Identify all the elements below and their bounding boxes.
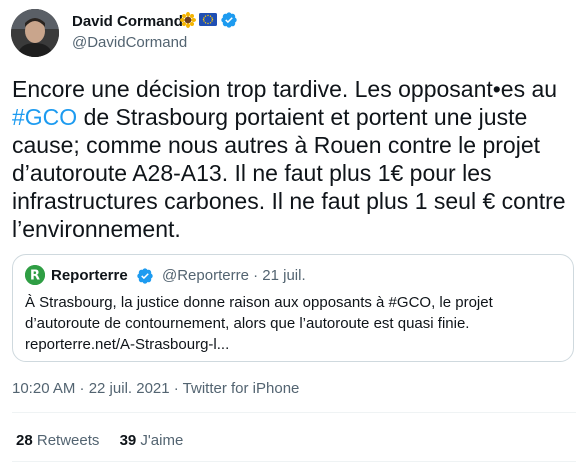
author-display-name[interactable]: David Cormand: [72, 13, 183, 31]
likes-label: J'aime: [140, 432, 184, 449]
tweet-card: David Cormand @DavidCormand Encore une d…: [0, 0, 588, 462]
quoted-text: À Strasbourg, la justice donne raison au…: [25, 294, 493, 353]
author-handle[interactable]: @DavidCormand: [72, 34, 187, 52]
avatar-photo: [11, 9, 59, 57]
svg-text:R: R: [30, 269, 40, 284]
author-badges: [180, 11, 238, 34]
likes-stat[interactable]: 39 J'aime: [120, 432, 184, 449]
divider: [12, 412, 576, 413]
quoted-verified-icon: [136, 267, 154, 290]
engagement-stats: 28 Retweets 39 J'aime: [16, 432, 199, 450]
quoted-meta: @Reporterre · 21 juil.: [162, 267, 306, 284]
likes-count: 39: [119, 432, 137, 449]
eu-flag-icon: [199, 13, 217, 31]
tweet-text-part-1: Encore une décision trop tardive. Les op…: [12, 76, 558, 102]
retweets-label: Retweets: [36, 432, 100, 449]
quoted-tweet[interactable]: R Reporterre @Reporterre · 21 juil. À St…: [12, 254, 574, 362]
tweet-text: Encore une décision trop tardive. Les op…: [12, 75, 576, 243]
verified-icon: [220, 11, 238, 34]
hashtag-link[interactable]: #GCO: [12, 104, 77, 130]
avatar[interactable]: [11, 9, 59, 57]
reporterre-logo-icon: R: [25, 265, 45, 285]
tweet-timestamp[interactable]: 10:20 AM · 22 juil. 2021 · Twitter for i…: [12, 380, 299, 398]
sunflower-icon: [180, 11, 196, 33]
retweets-count: 28: [16, 432, 33, 449]
retweets-stat[interactable]: 28 Retweets: [16, 432, 99, 449]
quoted-author-name[interactable]: Reporterre: [51, 267, 128, 285]
tweet-text-part-2: de Strasbourg portaient et portent une j…: [12, 104, 566, 242]
